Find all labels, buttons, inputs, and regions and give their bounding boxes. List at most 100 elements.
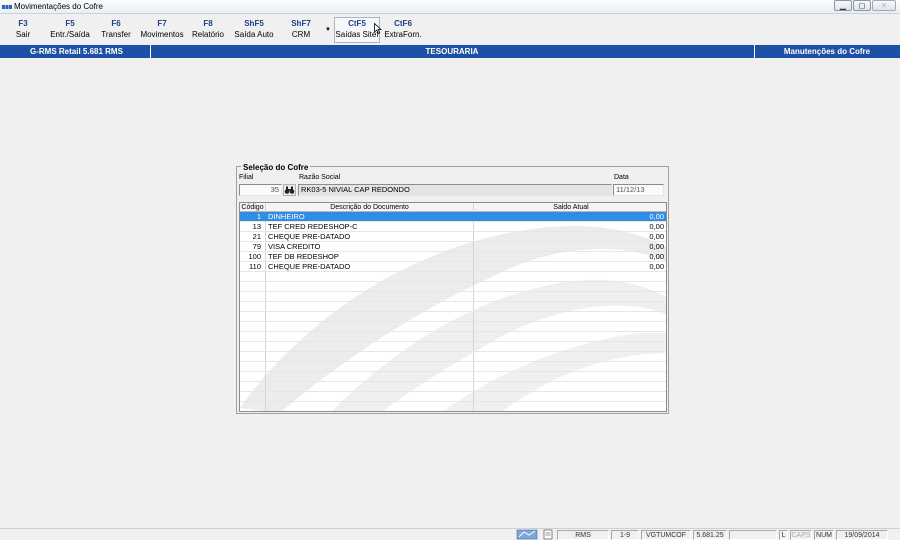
cell-balance: 0,00 [649, 252, 664, 261]
title-bar: Movimentações do Cofre ▁ ◻ ✕ [0, 0, 900, 14]
table-row[interactable]: 79 VISA CREDITO 0,00 [240, 242, 666, 252]
toolbar-key: CtF5 [348, 19, 366, 28]
table-row-empty [240, 302, 666, 312]
toolbar: F3 Sair F5 Entr./Saída F6 Transfer F7 Mo… [0, 15, 900, 45]
table-row-empty [240, 322, 666, 332]
toolbar-button-movimentos[interactable]: F7 Movimentos [138, 18, 186, 44]
table-row-empty [240, 332, 666, 342]
table-row-empty [240, 282, 666, 292]
toolbar-label: CRM [291, 30, 311, 39]
toolbar-key: ShF5 [244, 19, 264, 28]
cell-code: 13 [252, 222, 261, 231]
toolbar-label: Entr./Saída [50, 30, 90, 39]
cell-description: CHEQUE PRE-DATADO [268, 232, 351, 241]
app-icon [2, 5, 12, 9]
window-controls: ▁ ◻ ✕ [833, 0, 896, 11]
table-row[interactable]: 110 CHEQUE PRE-DATADO 0,00 [240, 262, 666, 272]
document-icon [543, 529, 553, 540]
table-row-empty [240, 272, 666, 282]
table-row[interactable]: 13 TEF CRED REDESHOP-C 0,00 [240, 222, 666, 232]
panel-title: Seleção do Cofre [241, 163, 311, 172]
binoculars-icon[interactable] [283, 184, 296, 196]
toolbar-label: Relatório [191, 30, 224, 39]
grid-rows: 1 DINHEIRO 0,00 13 TEF CRED REDESHOP-C 0… [240, 212, 666, 411]
close-icon: ✕ [880, 1, 888, 10]
toolbar-label: Saída Auto [234, 30, 274, 39]
status-system: RMS [557, 530, 609, 540]
band-app-version: G-RMS Retail 5.681 RMS [30, 47, 123, 56]
cofre-selection-panel: Seleção do Cofre Filial 35 Razão Social … [236, 163, 669, 414]
column-header-codigo[interactable]: Código [240, 203, 266, 212]
toolbar-button-entr-saida[interactable]: F5 Entr./Saída [46, 18, 94, 44]
table-row-empty [240, 362, 666, 372]
cell-description: CHEQUE PRE-DATADO [268, 262, 351, 271]
minimize-icon: ▁ [839, 1, 847, 10]
restore-button[interactable]: ◻ [853, 0, 871, 11]
toolbar-button-saida-auto[interactable]: ShF5 Saída Auto [232, 18, 276, 44]
toolbar-label: Sair [15, 30, 31, 39]
toolbar-key: F6 [111, 19, 121, 28]
cell-description: TEF DB REDESHOP [268, 252, 339, 261]
status-blank [729, 530, 777, 540]
status-l: L [779, 530, 788, 540]
grid-header: Código Descrição do Documento Saldo Atua… [240, 203, 666, 212]
minimize-button[interactable]: ▁ [834, 0, 852, 11]
network-icon [516, 529, 538, 540]
toolbar-label: Movimentos [140, 30, 184, 39]
cell-code: 79 [252, 242, 261, 251]
toolbar-label: Transfer [101, 30, 131, 39]
table-row-empty [240, 372, 666, 382]
table-row[interactable]: 21 CHEQUE PRE-DATADO 0,00 [240, 232, 666, 242]
data-label: Data [614, 174, 629, 181]
header-band: G-RMS Retail 5.681 RMS TESOURARIA Manute… [0, 45, 900, 58]
table-row-empty [240, 402, 666, 411]
cell-balance: 0,00 [649, 242, 664, 251]
toolbar-key: F3 [18, 19, 28, 28]
toolbar-key: F7 [157, 19, 167, 28]
cell-code: 1 [256, 212, 261, 221]
toolbar-key: F8 [203, 19, 213, 28]
documents-grid[interactable]: Código Descrição do Documento Saldo Atua… [239, 202, 667, 412]
table-row-empty [240, 312, 666, 322]
toolbar-more-arrow-icon[interactable]: ▼ [325, 27, 331, 33]
cell-description: DINHEIRO [268, 212, 305, 221]
cell-balance: 0,00 [649, 212, 664, 221]
cell-code: 110 [249, 262, 261, 271]
status-caps: CAPS [790, 530, 812, 540]
table-row-empty [240, 392, 666, 402]
status-range: 1-9 [611, 530, 639, 540]
band-module: TESOURARIA [425, 47, 479, 56]
data-field[interactable]: 11/12/13 [613, 184, 664, 196]
status-date: 19/09/2014 [836, 530, 888, 540]
main-window: Movimentações do Cofre ▁ ◻ ✕ F3 Sair F5 … [0, 0, 900, 540]
cell-description: VISA CREDITO [268, 242, 321, 251]
column-header-descricao[interactable]: Descrição do Documento [266, 203, 474, 212]
cell-code: 100 [248, 252, 261, 261]
table-row[interactable]: 100 TEF DB REDESHOP 0,00 [240, 252, 666, 262]
status-bar: RMS 1-9 VGTUMCOF 5.681.25 L CAPS NUM 19/… [0, 528, 900, 540]
table-row-empty [240, 352, 666, 362]
toolbar-key: ShF7 [291, 19, 311, 28]
close-button[interactable]: ✕ [872, 0, 896, 11]
toolbar-button-crm[interactable]: ShF7 CRM [284, 18, 318, 44]
toolbar-button-transfer[interactable]: F6 Transfer [98, 18, 134, 44]
toolbar-button-relatorio[interactable]: F8 Relatório [189, 18, 227, 44]
cell-balance: 0,00 [649, 222, 664, 231]
table-row-empty [240, 292, 666, 302]
cell-code: 21 [252, 232, 261, 241]
window-title: Movimentações do Cofre [14, 2, 103, 11]
band-screen-name: Manutenções do Cofre [783, 47, 871, 56]
toolbar-key: F5 [65, 19, 75, 28]
filial-label: Filial [239, 174, 254, 181]
table-row[interactable]: 1 DINHEIRO 0,00 [240, 212, 666, 222]
column-header-saldo[interactable]: Saldo Atual [474, 203, 666, 212]
cell-balance: 0,00 [649, 232, 664, 241]
cell-balance: 0,00 [649, 262, 664, 271]
toolbar-button-extraforn[interactable]: CtF6 ExtraForn. [383, 18, 423, 44]
toolbar-key: CtF6 [394, 19, 412, 28]
mouse-cursor-icon [374, 23, 382, 34]
razao-social-label: Razão Social [299, 174, 341, 181]
filial-field[interactable]: 35 [239, 184, 282, 196]
toolbar-button-sair[interactable]: F3 Sair [6, 18, 40, 44]
table-row-empty [240, 382, 666, 392]
